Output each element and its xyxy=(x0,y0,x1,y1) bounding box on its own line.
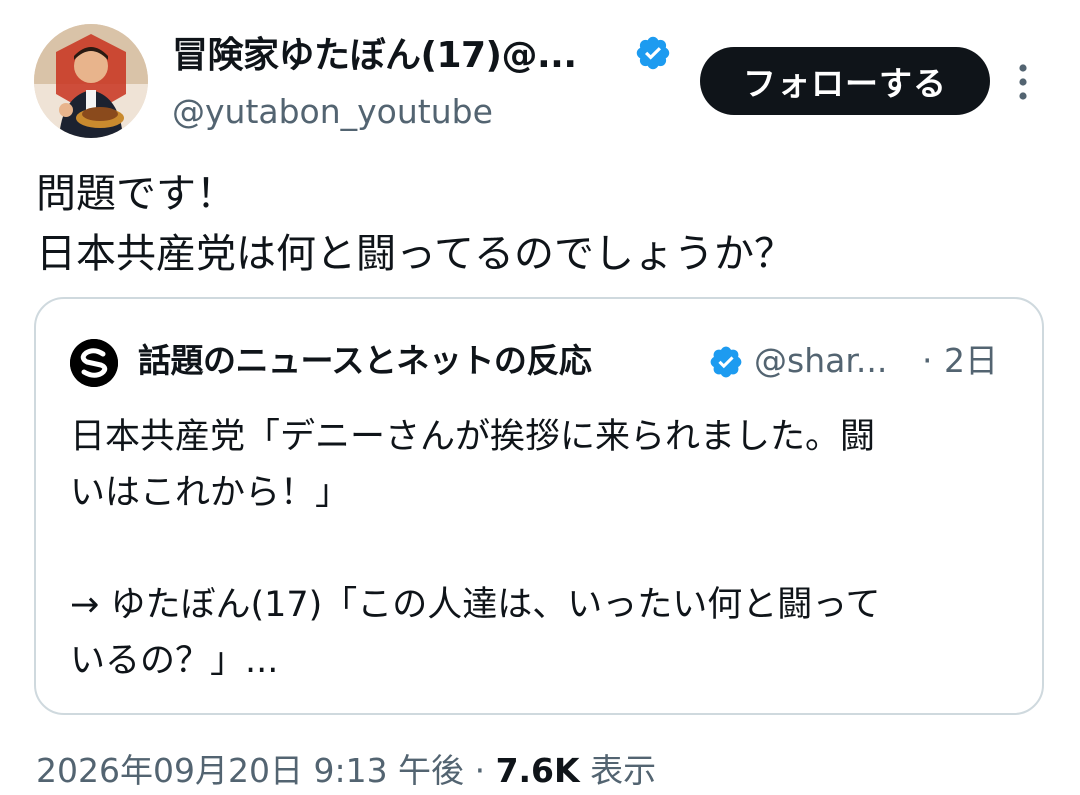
author-handle[interactable]: @yutabon_youtube xyxy=(172,92,493,132)
author-avatar[interactable] xyxy=(34,24,148,138)
tweet-detail: 冒険家ゆたぼん(17)@... @yutabon_youtube フォローする … xyxy=(0,0,1080,795)
more-vertical-icon[interactable] xyxy=(1010,60,1036,104)
quoted-author-handle: @shar... xyxy=(754,341,888,380)
quoted-tweet-card[interactable]: 話題のニュースとネットの反応 @shar... · 2日 日本共産党「デニーさん… xyxy=(34,297,1044,715)
verified-badge-icon xyxy=(636,36,670,70)
quoted-author-avatar xyxy=(70,339,118,387)
tweet-text-line: 日本共産党は何と闘ってるのでしょうか？ xyxy=(36,231,794,277)
quoted-timestamp: 2日 xyxy=(944,341,998,380)
tweet-timestamp[interactable]: 2026年09月20日 9:13 午後 xyxy=(36,751,464,790)
views-count: 7.6K xyxy=(495,751,580,790)
quoted-text-line: いはこれから！」 xyxy=(70,473,351,513)
tweet-text: 問題です！ 日本共産党は何と闘ってるのでしょうか？ xyxy=(36,164,1046,284)
quoted-tweet-text: 日本共産党「デニーさんが挨拶に来られました。闘 いはこれから！」 → ゆたぼん(… xyxy=(70,409,1020,689)
user-avatar-icon xyxy=(34,24,148,138)
quoted-text-line: 日本共産党「デニーさんが挨拶に来られました。闘 xyxy=(70,417,876,457)
tweet-meta: 2026年09月20日 9:13 午後 · 7.6K 表示 xyxy=(36,748,656,794)
views-label: 表示 xyxy=(590,751,657,790)
quoted-separator: · xyxy=(922,341,933,380)
verified-badge-icon xyxy=(710,346,742,378)
tweet-text-line: 問題です！ xyxy=(36,171,236,217)
follow-button[interactable]: フォローする xyxy=(700,47,990,115)
author-display-name[interactable]: 冒険家ゆたぼん(17)@... xyxy=(172,34,577,78)
quoted-text-line: いるの？」... xyxy=(70,641,279,681)
quoted-text-line: → ゆたぼん(17)「この人達は、いったい何と闘って xyxy=(70,585,881,625)
quoted-author-name: 話題のニュースとネットの反応 xyxy=(138,341,592,380)
s-logo-icon xyxy=(70,339,118,387)
meta-separator: · xyxy=(474,751,486,790)
